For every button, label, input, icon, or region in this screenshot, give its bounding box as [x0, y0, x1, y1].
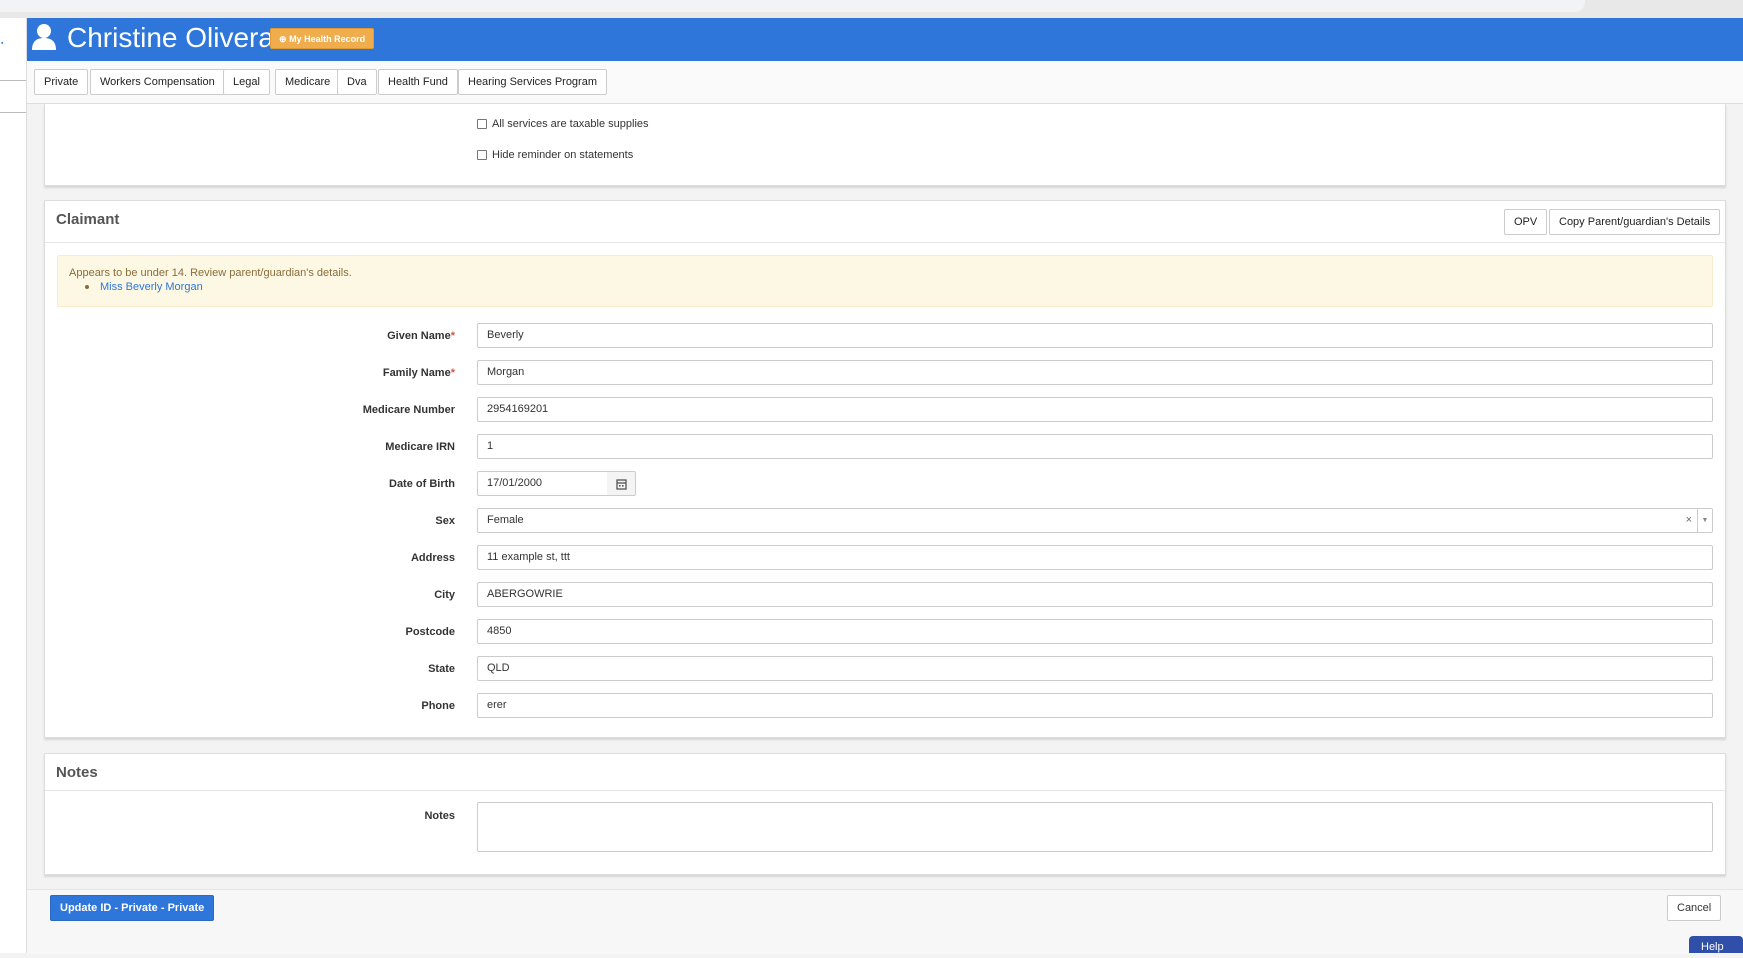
hide-reminder-label: Hide reminder on statements	[492, 149, 634, 161]
taxable-supplies-label: All services are taxable supplies	[492, 118, 649, 130]
sex-selected-value: Female	[487, 514, 524, 526]
cancel-button[interactable]: Cancel	[1667, 895, 1722, 921]
tab-hearing-services-program[interactable]: Hearing Services Program	[458, 69, 607, 95]
city-label: City	[434, 589, 455, 601]
given-name-label-text: Given Name	[387, 330, 451, 342]
address-label: Address	[410, 552, 455, 564]
calendar-button[interactable]	[607, 471, 636, 496]
under-14-alert: Appears to be under 14. Review parent/gu…	[57, 255, 1713, 307]
patient-name: Christine Olivera	[67, 22, 274, 53]
panel-divider	[45, 242, 1725, 243]
family-name-label: Family Name*	[255, 367, 455, 379]
family-name-input[interactable]: Morgan	[477, 360, 1713, 385]
taxable-supplies-checkbox[interactable]	[477, 119, 487, 130]
tab-workers-compensation[interactable]: Workers Compensation	[90, 69, 225, 95]
phone-input[interactable]: erer	[477, 693, 1713, 718]
city-input[interactable]: ABERGOWRIE	[477, 582, 1713, 607]
account-type-tabs: Private Workers Compensation Legal Medic…	[27, 61, 1743, 104]
help-button[interactable]: Help	[1689, 936, 1743, 953]
calendar-icon	[616, 479, 627, 490]
browser-toolbar	[0, 0, 1743, 19]
phone-label: Phone	[421, 700, 455, 712]
sidebar-marker: ▪	[1, 40, 4, 47]
panel-divider	[45, 790, 1725, 791]
form-footer	[27, 889, 1743, 954]
given-name-label: Given Name*	[255, 330, 455, 342]
notes-label: Notes	[424, 810, 455, 822]
claimant-title: Claimant	[56, 211, 120, 228]
sidebar-divider	[0, 112, 26, 113]
required-marker: *	[450, 367, 455, 379]
notes-panel: Notes Notes	[44, 753, 1726, 875]
postcode-label: Postcode	[405, 626, 455, 638]
settings-panel: All services are taxable supplies Hide r…	[44, 104, 1726, 186]
left-sidebar: ▪	[0, 18, 27, 953]
taxable-supplies-option[interactable]: All services are taxable supplies	[477, 118, 649, 130]
state-label: State	[428, 663, 455, 675]
notes-textarea[interactable]	[477, 802, 1713, 852]
state-input[interactable]: QLD	[477, 656, 1713, 681]
given-name-input[interactable]: Beverly	[477, 323, 1713, 348]
list-bullet	[85, 285, 89, 289]
clear-selection-icon[interactable]: ×	[1686, 509, 1692, 532]
medicare-number-input[interactable]: 2954169201	[477, 397, 1713, 422]
claimant-panel: Claimant OPV Copy Parent/guardian's Deta…	[44, 200, 1726, 738]
dob-label: Date of Birth	[389, 478, 455, 490]
hide-reminder-option[interactable]: Hide reminder on statements	[477, 149, 633, 161]
alert-message: Appears to be under 14. Review parent/gu…	[69, 267, 352, 279]
plus-circle-icon: ⊕	[279, 34, 287, 44]
tab-legal[interactable]: Legal	[223, 69, 270, 95]
medicare-irn-input[interactable]: 1	[477, 434, 1713, 459]
update-button[interactable]: Update ID - Private - Private	[50, 895, 215, 921]
sidebar-divider	[0, 80, 26, 81]
address-bar[interactable]	[0, 0, 1585, 12]
dob-input[interactable]: 17/01/2000	[477, 471, 608, 496]
copy-guardian-details-button[interactable]: Copy Parent/guardian's Details	[1549, 209, 1721, 235]
sex-select[interactable]: Female × ▼	[477, 508, 1713, 533]
tab-medicare[interactable]: Medicare	[275, 69, 341, 95]
tab-private[interactable]: Private	[34, 69, 89, 95]
my-health-record-label: My Health Record	[289, 34, 366, 44]
postcode-input[interactable]: 4850	[477, 619, 1713, 644]
guardian-link[interactable]: Miss Beverly Morgan	[100, 281, 203, 293]
opv-button[interactable]: OPV	[1504, 209, 1548, 235]
chevron-down-icon[interactable]: ▼	[1697, 509, 1712, 532]
address-input[interactable]: 11 example st, ttt	[477, 545, 1713, 570]
patient-header: Christine Olivera ⊕ My Health Record	[27, 18, 1743, 61]
tab-dva[interactable]: Dva	[337, 69, 377, 95]
user-icon	[32, 24, 56, 50]
medicare-irn-label: Medicare IRN	[385, 441, 455, 453]
sex-label: Sex	[435, 515, 455, 527]
required-marker: *	[450, 330, 455, 342]
hide-reminder-checkbox[interactable]	[477, 150, 487, 161]
tab-health-fund[interactable]: Health Fund	[378, 69, 458, 95]
family-name-label-text: Family Name	[382, 367, 451, 379]
medicare-number-label: Medicare Number	[362, 404, 455, 416]
notes-title: Notes	[56, 764, 98, 781]
my-health-record-button[interactable]: ⊕ My Health Record	[270, 28, 375, 49]
